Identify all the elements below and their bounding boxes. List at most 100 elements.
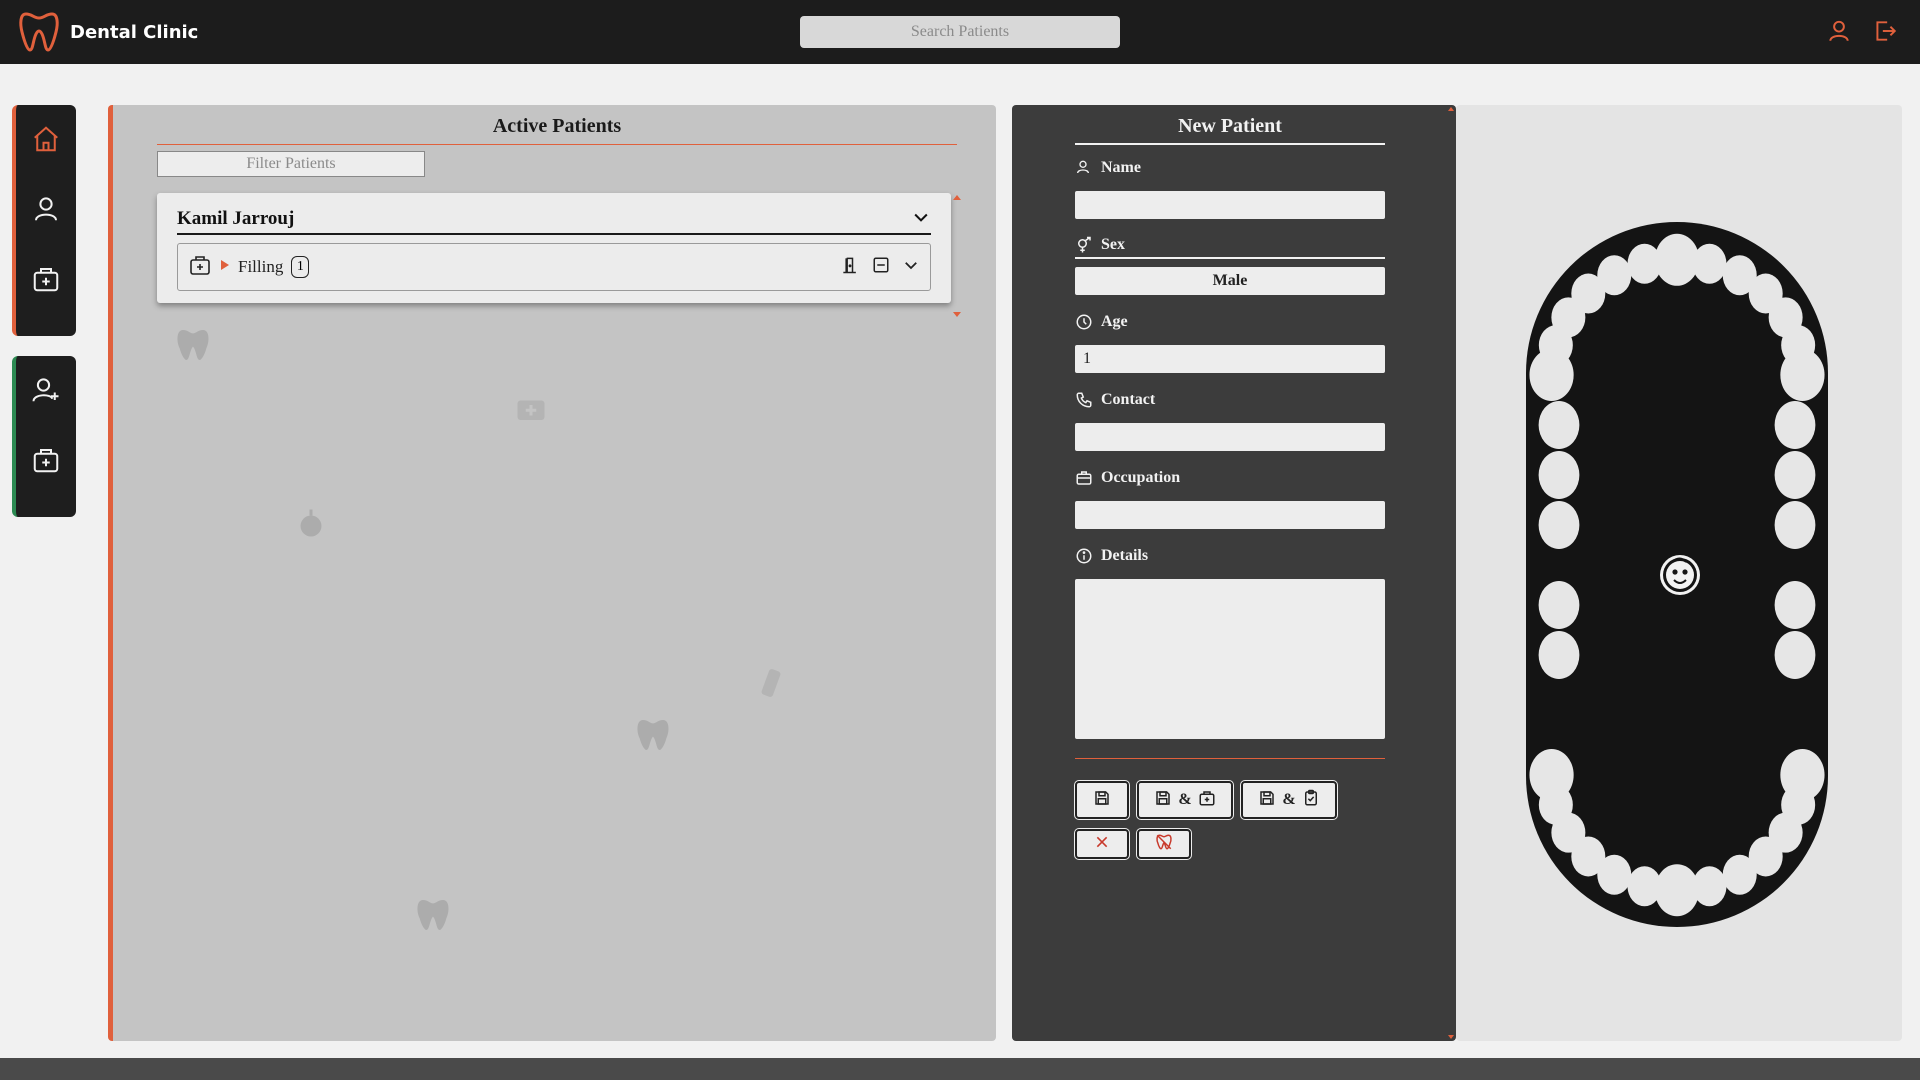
patient-header[interactable]: Kamil Jarrouj [177,205,931,235]
new-patient-title: New Patient [1075,115,1385,145]
tooth[interactable] [1538,501,1580,549]
tooth[interactable] [1692,243,1727,284]
apple-watermark-icon [300,509,322,537]
contact-input[interactable] [1075,423,1385,451]
clinic-case-icon [188,253,212,282]
details-textarea[interactable] [1075,579,1385,739]
sex-select[interactable]: Male [1075,267,1385,295]
gender-icon [1075,236,1093,254]
new-patient-panel: New Patient Name Sex Male Age Contact [1012,105,1456,1041]
name-input[interactable] [1075,191,1385,219]
active-patients-title: Active Patients [157,115,957,145]
clock-icon [1075,313,1093,331]
filter-input[interactable] [157,151,425,177]
chevron-down-icon[interactable] [911,207,931,232]
tooth-off-icon [1155,833,1173,856]
paste-watermark-icon [761,669,781,697]
contact-label: Contact [1075,387,1385,413]
collapse-icon[interactable] [872,256,890,279]
user-icon[interactable] [1826,18,1852,44]
app-title: Dental Clinic [70,21,199,43]
treatment-label: Filling [238,257,284,276]
user-icon [1075,159,1093,177]
sidebar-actions [12,356,76,517]
save-and-checkin-button[interactable]: & [1241,781,1337,819]
scroll-up-marker[interactable] [953,195,961,200]
tooth[interactable] [1597,255,1632,296]
treatment-count-badge: 1 [291,256,310,278]
cancel-button[interactable] [1075,829,1129,859]
door-exit-icon[interactable] [840,255,860,280]
caret-right-icon[interactable] [220,258,230,276]
clinic-case-icon [31,264,61,299]
save-button[interactable] [1075,781,1129,819]
tooth[interactable] [1654,233,1700,286]
active-patients-panel: Active Patients Kamil Jarrouj Filling 1 [108,105,996,1041]
tooth-watermark-icon [177,330,209,360]
scroll-down-marker[interactable] [953,312,961,317]
tooth-logo-icon [18,10,60,54]
tooth-chart [1526,222,1828,927]
sidebar-item-add-case[interactable] [28,444,64,480]
user-icon [31,194,61,229]
close-icon [1094,834,1110,855]
save-and-add-case-button[interactable]: & [1137,781,1233,819]
search-input[interactable] [800,16,1120,48]
add-user-icon [31,375,61,410]
sidebar-item-add-patient[interactable] [28,374,64,410]
sex-label: Sex [1075,233,1385,259]
briefcase-icon [1075,469,1093,487]
details-label: Details [1075,543,1385,569]
child-face-icon[interactable] [1660,555,1700,595]
sidebar-item-home[interactable] [28,123,64,159]
tooth[interactable] [1538,581,1580,629]
tooth-watermark-icon [417,900,449,930]
tooth-chart-panel [1456,105,1902,1041]
tooth[interactable] [1627,866,1662,907]
top-bar: Dental Clinic [0,0,1920,64]
patient-name: Kamil Jarrouj [177,208,295,229]
tooth[interactable] [1538,401,1580,449]
medkit-watermark-icon [517,400,545,420]
name-label: Name [1075,155,1385,181]
info-icon [1075,547,1093,565]
tooth[interactable] [1774,451,1816,499]
clipboard-check-icon [1302,789,1320,812]
chevron-down-icon[interactable] [902,256,920,279]
clear-teeth-button[interactable] [1137,829,1191,859]
home-icon [31,124,61,159]
tooth[interactable] [1538,451,1580,499]
sidebar-main [12,105,76,336]
save-icon [1093,789,1111,812]
ampersand-label: & [1282,791,1296,808]
phone-icon [1075,391,1093,409]
age-input[interactable] [1075,345,1385,373]
tooth[interactable] [1774,631,1816,679]
logout-icon[interactable] [1872,18,1898,44]
tooth[interactable] [1538,631,1580,679]
scroll-up-marker[interactable] [1448,107,1454,111]
scroll-down-marker[interactable] [1448,1035,1454,1039]
tooth[interactable] [1780,349,1825,401]
sidebar-item-cases[interactable] [28,263,64,299]
ampersand-label: & [1178,791,1192,808]
save-icon [1258,789,1276,812]
sidebar-item-patients[interactable] [28,193,64,229]
occupation-label: Occupation [1075,465,1385,491]
tooth[interactable] [1774,581,1816,629]
tooth[interactable] [1654,864,1700,917]
clinic-case-add-icon [31,445,61,480]
treatment-row[interactable]: Filling 1 [177,243,931,291]
tooth[interactable] [1529,749,1574,801]
tooth[interactable] [1774,501,1816,549]
save-icon [1154,789,1172,812]
clinic-case-icon [1198,789,1216,812]
bottom-strip [0,1058,1920,1080]
tooth-watermark-icon [637,720,669,750]
patient-card: Kamil Jarrouj Filling 1 [157,193,951,303]
occupation-input[interactable] [1075,501,1385,529]
tooth[interactable] [1722,854,1757,895]
tooth[interactable] [1774,401,1816,449]
brand[interactable]: Dental Clinic [18,10,198,54]
age-label: Age [1075,309,1385,335]
